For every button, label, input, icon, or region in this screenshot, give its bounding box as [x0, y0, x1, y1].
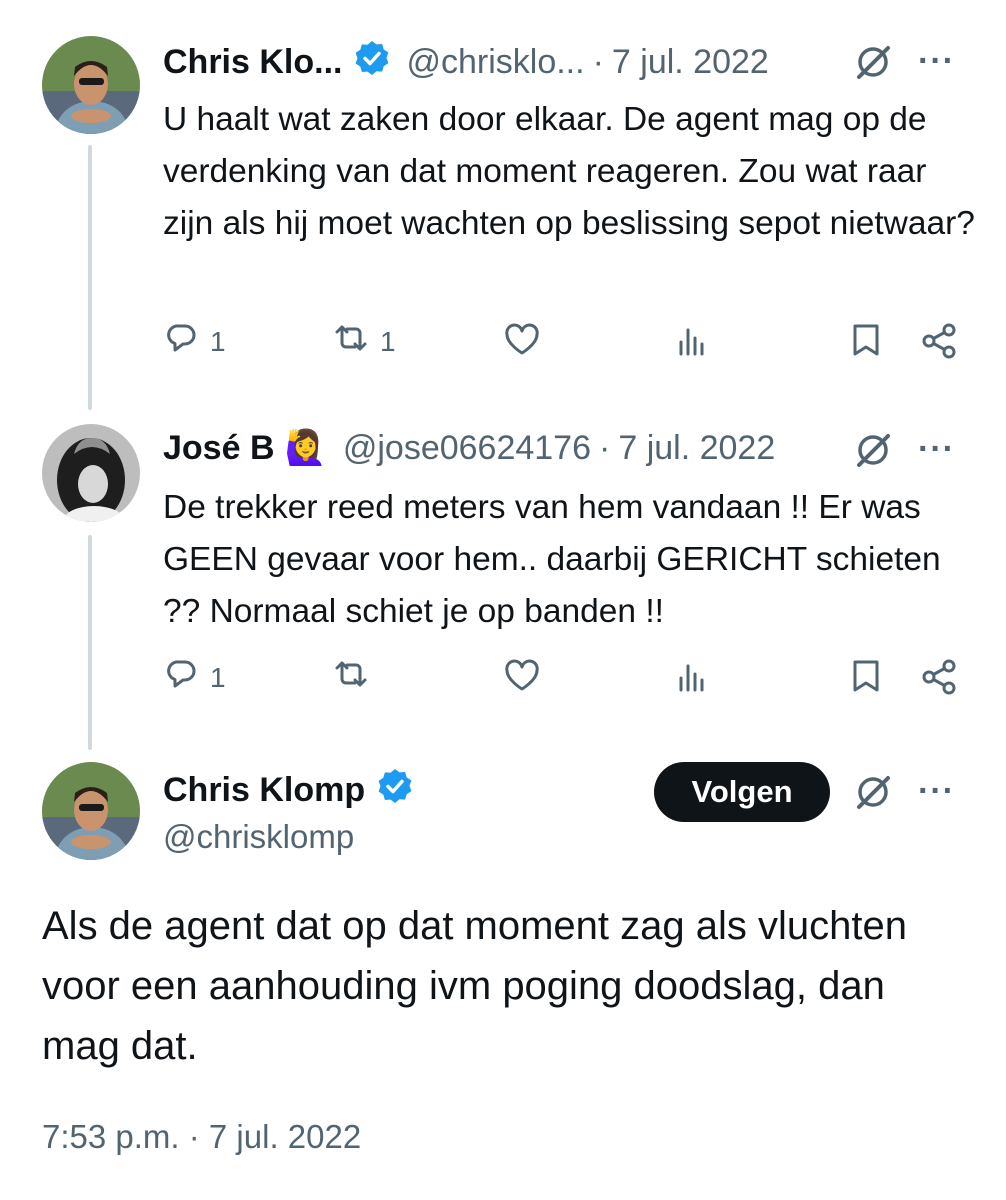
tweet-actions: 1 1 [162, 322, 972, 372]
reply-icon [167, 324, 196, 352]
author-handle[interactable]: @chrisklo... [406, 43, 584, 82]
share-icon [922, 659, 956, 695]
bookmark-button[interactable] [847, 322, 885, 362]
separator: · [599, 428, 611, 467]
reply-count: 1 [210, 662, 226, 693]
views-icon [679, 328, 704, 356]
thread-line [88, 535, 92, 750]
like-button[interactable] [502, 322, 542, 362]
tweet-actions: 1 [162, 658, 972, 708]
avatar[interactable] [42, 36, 140, 134]
grok-icon[interactable] [853, 42, 893, 87]
author-name[interactable]: Chris Klomp [163, 771, 365, 810]
like-icon [505, 323, 539, 355]
views-icon [679, 664, 704, 692]
more-icon[interactable]: ··· [918, 42, 955, 81]
tweet-header: Chris Klo... @chrisklo... · 7 jul. 2022 [163, 39, 769, 85]
separator: · [592, 43, 604, 81]
share-icon [922, 323, 956, 359]
tweet-timestamp[interactable]: 7:53 p.m. · 7 jul. 2022 [42, 1118, 361, 1156]
reply-button[interactable]: 1 [162, 322, 226, 362]
tweet-header: José B 🙋‍♀️ @jose06624176 · 7 jul. 2022 [163, 428, 775, 468]
author-emoji: 🙋‍♀️ [284, 429, 327, 467]
bookmark-icon [853, 660, 879, 692]
more-icon[interactable]: ··· [918, 772, 955, 811]
repost-icon [335, 661, 367, 687]
thread-line [88, 145, 92, 410]
author-handle[interactable]: @jose06624176 [343, 429, 591, 468]
tweet-date[interactable]: 7 jul. 2022 [612, 43, 769, 82]
share-button[interactable] [920, 658, 960, 698]
views-button[interactable] [675, 658, 711, 698]
like-icon [505, 659, 539, 691]
follow-button[interactable]: Volgen [654, 762, 830, 822]
grok-icon[interactable] [853, 772, 893, 817]
repost-button[interactable] [330, 658, 372, 698]
bookmark-button[interactable] [847, 658, 885, 698]
tweet-header: Chris Klomp [163, 767, 414, 813]
repost-button[interactable]: 1 [330, 322, 396, 362]
verified-badge-icon [354, 39, 391, 85]
author-name[interactable]: José B [163, 429, 275, 468]
author-handle[interactable]: @chrisklomp [163, 818, 354, 856]
repost-icon [335, 325, 367, 351]
like-button[interactable] [502, 658, 542, 698]
more-icon[interactable]: ··· [918, 430, 955, 469]
reply-icon [167, 660, 196, 688]
avatar[interactable] [42, 762, 140, 860]
author-name[interactable]: Chris Klo... [163, 43, 342, 82]
share-button[interactable] [920, 322, 960, 362]
views-button[interactable] [675, 322, 711, 362]
tweet-text: U haalt wat zaken door elkaar. De agent … [163, 101, 975, 242]
grok-icon[interactable] [853, 430, 893, 475]
main-tweet-text: Als de agent dat op dat moment zag als v… [42, 904, 907, 1068]
tweet-date[interactable]: 7 jul. 2022 [618, 429, 775, 468]
reply-button[interactable]: 1 [162, 658, 226, 698]
tweet-text: De trekker reed meters van hem vandaan !… [163, 489, 941, 630]
bookmark-icon [853, 324, 879, 356]
avatar[interactable] [42, 424, 140, 522]
repost-count: 1 [380, 326, 396, 357]
reply-count: 1 [210, 326, 226, 357]
verified-badge-icon [376, 767, 414, 813]
